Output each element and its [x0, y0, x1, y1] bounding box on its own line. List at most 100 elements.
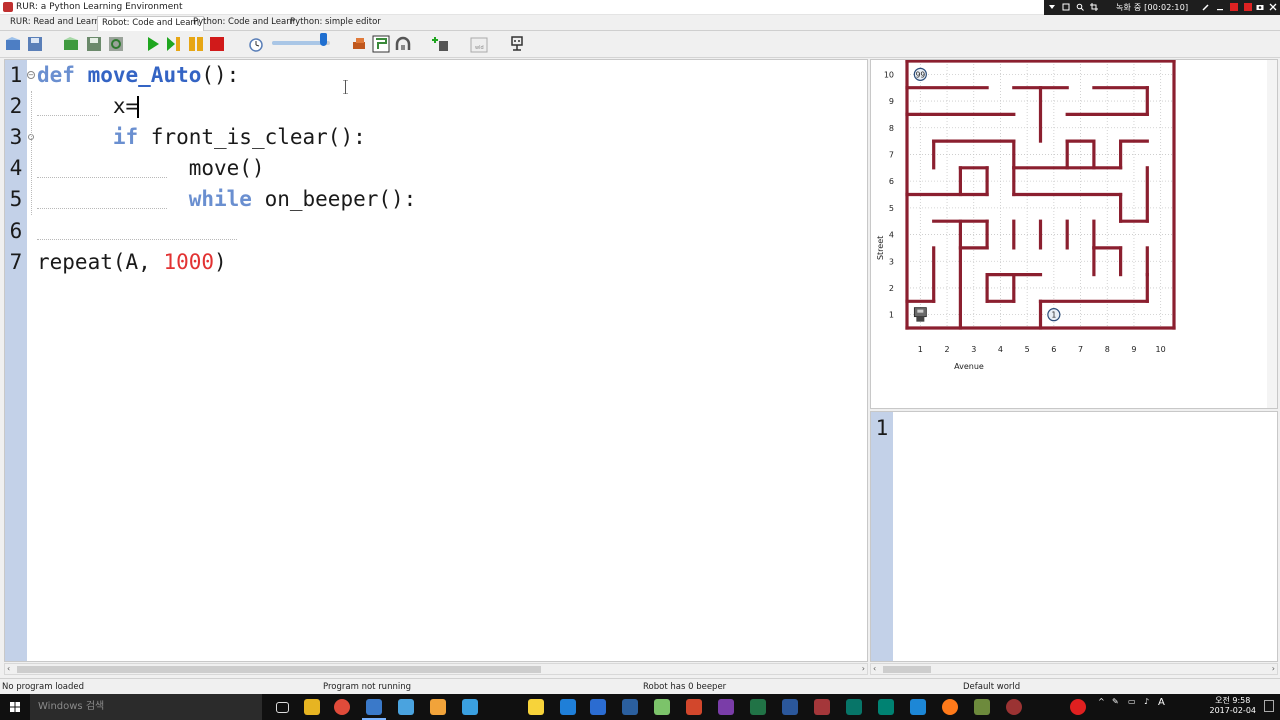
- windows-start-icon[interactable]: [0, 694, 30, 720]
- code-line[interactable]: move(): [37, 153, 265, 184]
- ime-indicator[interactable]: A: [1158, 697, 1165, 708]
- keyword-token: if: [112, 125, 139, 149]
- scroll-left-icon[interactable]: ‹: [873, 664, 876, 674]
- minimize-icon[interactable]: [1216, 3, 1224, 11]
- avenue-tick-label: 3: [971, 345, 976, 354]
- code-line[interactable]: def move_Auto():: [37, 60, 239, 91]
- output-horizontal-scrollbar[interactable]: ‹ ›: [870, 663, 1278, 675]
- tab-python-simple-editor[interactable]: Python: simple editor: [286, 16, 385, 31]
- speed-slider-thumb[interactable]: [319, 33, 327, 46]
- scrollbar-thumb[interactable]: [17, 666, 541, 673]
- speed-slider-fill: [272, 41, 324, 45]
- robot-icon[interactable]: [393, 34, 413, 54]
- reload-icon[interactable]: [106, 34, 126, 54]
- world-builder-icon[interactable]: [371, 34, 391, 54]
- street-tick-label: 1: [889, 311, 894, 320]
- line-number: 5: [9, 187, 23, 211]
- file-explorer-icon[interactable]: [304, 699, 320, 715]
- ie-icon[interactable]: [590, 699, 606, 715]
- feather-icon[interactable]: [398, 699, 414, 715]
- scroll-left-icon[interactable]: ‹: [7, 664, 10, 674]
- clock-icon: [246, 34, 266, 54]
- save-program-icon[interactable]: [84, 34, 104, 54]
- recorder-bar: 녹화 중 [00:02:10]: [1044, 0, 1280, 15]
- python-icon[interactable]: [622, 699, 638, 715]
- tray-pen-icon[interactable]: ✎: [1112, 697, 1119, 706]
- app-window: RUR: a Python Learning Environment 녹화 중 …: [0, 0, 1280, 720]
- tab-read-and-learn[interactable]: RUR: Read and Learn: [6, 16, 104, 31]
- taskbar-clock[interactable]: 오전 9:58 2017-02-04: [1210, 696, 1257, 716]
- slides-icon[interactable]: [430, 699, 446, 715]
- avenue-tick-label: 8: [1105, 345, 1110, 354]
- code-line[interactable]: while on_beeper():: [37, 184, 417, 215]
- minecraft-icon[interactable]: [974, 699, 990, 715]
- task-view-icon[interactable]: [276, 702, 289, 713]
- word-icon[interactable]: [782, 699, 798, 715]
- edit-walls-icon[interactable]: wld: [469, 34, 489, 54]
- street-tick-label: 2: [889, 284, 894, 293]
- run-icon[interactable]: [143, 34, 163, 54]
- world-vertical-scrollbar[interactable]: [1267, 60, 1277, 408]
- tray-chevron-icon[interactable]: ^: [1098, 697, 1105, 706]
- taskbar-search-input[interactable]: Windows 검색: [30, 694, 262, 720]
- save-world-icon[interactable]: [25, 34, 45, 54]
- record-icon[interactable]: [1070, 699, 1086, 715]
- beeper-icon[interactable]: [350, 34, 370, 54]
- world-view[interactable]: 1 2 3 4 5 6 7 8 9 10 1 2 3 4 5 6 7 8 9 10 Avenue Street 99 1: [870, 59, 1278, 409]
- keyword-token: while: [188, 187, 252, 211]
- output-console[interactable]: 1: [870, 411, 1278, 662]
- scroll-right-icon[interactable]: ›: [862, 664, 865, 674]
- camera-icon[interactable]: [1256, 3, 1264, 11]
- store-icon[interactable]: [910, 699, 926, 715]
- search-icon[interactable]: [1076, 3, 1084, 11]
- edge-icon[interactable]: [560, 699, 576, 715]
- pen-icon[interactable]: [1202, 3, 1210, 11]
- publisher-icon[interactable]: [846, 699, 862, 715]
- output-line-gutter: 1: [871, 412, 893, 661]
- add-beeper-icon[interactable]: [430, 34, 450, 54]
- notification-icon[interactable]: [1264, 700, 1274, 712]
- stop-record-icon[interactable]: [1244, 3, 1252, 11]
- street-axis-label: Street: [876, 236, 885, 260]
- chrome-icon[interactable]: [334, 699, 350, 715]
- code-line[interactable]: x=: [37, 91, 138, 122]
- sway-icon[interactable]: [878, 699, 894, 715]
- robot-world-grid[interactable]: 1 2 3 4 5 6 7 8 9 10 1 2 3 4 5 6 7 8 9 10 Avenue Street 99 1: [871, 60, 1267, 408]
- chevron-down-icon[interactable]: [1048, 3, 1056, 11]
- scroll-right-icon[interactable]: ›: [1272, 664, 1275, 674]
- kakaotalk-icon[interactable]: [528, 699, 544, 715]
- help-robot-icon[interactable]: [507, 34, 527, 54]
- tab-python-code-and-learn[interactable]: Python: Code and Learn: [189, 16, 299, 31]
- rur-app-icon[interactable]: [362, 699, 386, 720]
- code-line[interactable]: if front_is_clear():: [37, 122, 366, 153]
- code-editor[interactable]: 1 2 3 4 5 6 7 − def move_Auto(): x= if f…: [4, 59, 868, 662]
- open-program-icon[interactable]: [62, 34, 82, 54]
- access-icon[interactable]: [814, 699, 830, 715]
- tray-network-icon[interactable]: ▭: [1128, 697, 1136, 706]
- avenue-tick-label: 10: [1156, 345, 1166, 354]
- crop-icon[interactable]: [1090, 3, 1098, 11]
- spiral-icon[interactable]: [1006, 699, 1022, 715]
- scrollbar-thumb[interactable]: [883, 666, 931, 673]
- powerpoint-icon[interactable]: [686, 699, 702, 715]
- pause-icon[interactable]: [186, 34, 206, 54]
- onenote-icon[interactable]: [718, 699, 734, 715]
- close-icon[interactable]: [1269, 3, 1277, 11]
- editor-horizontal-scrollbar[interactable]: ‹ ›: [4, 663, 868, 675]
- firefox-icon[interactable]: [942, 699, 958, 715]
- fold-marker-minus[interactable]: −: [27, 71, 35, 79]
- window-icon[interactable]: [1062, 3, 1070, 11]
- code-line[interactable]: repeat(A, 1000): [37, 247, 227, 278]
- excel-icon[interactable]: [750, 699, 766, 715]
- step-icon[interactable]: [164, 34, 184, 54]
- pause-record-icon[interactable]: [1230, 3, 1238, 11]
- open-world-icon[interactable]: [4, 34, 24, 54]
- android-icon[interactable]: [654, 699, 670, 715]
- clock-date: 2017-02-04: [1209, 706, 1257, 715]
- tray-volume-icon[interactable]: ♪: [1144, 697, 1149, 706]
- mouse-ibeam-cursor-icon: [343, 80, 348, 94]
- paint-icon[interactable]: [462, 699, 478, 715]
- stop-icon[interactable]: [207, 34, 227, 54]
